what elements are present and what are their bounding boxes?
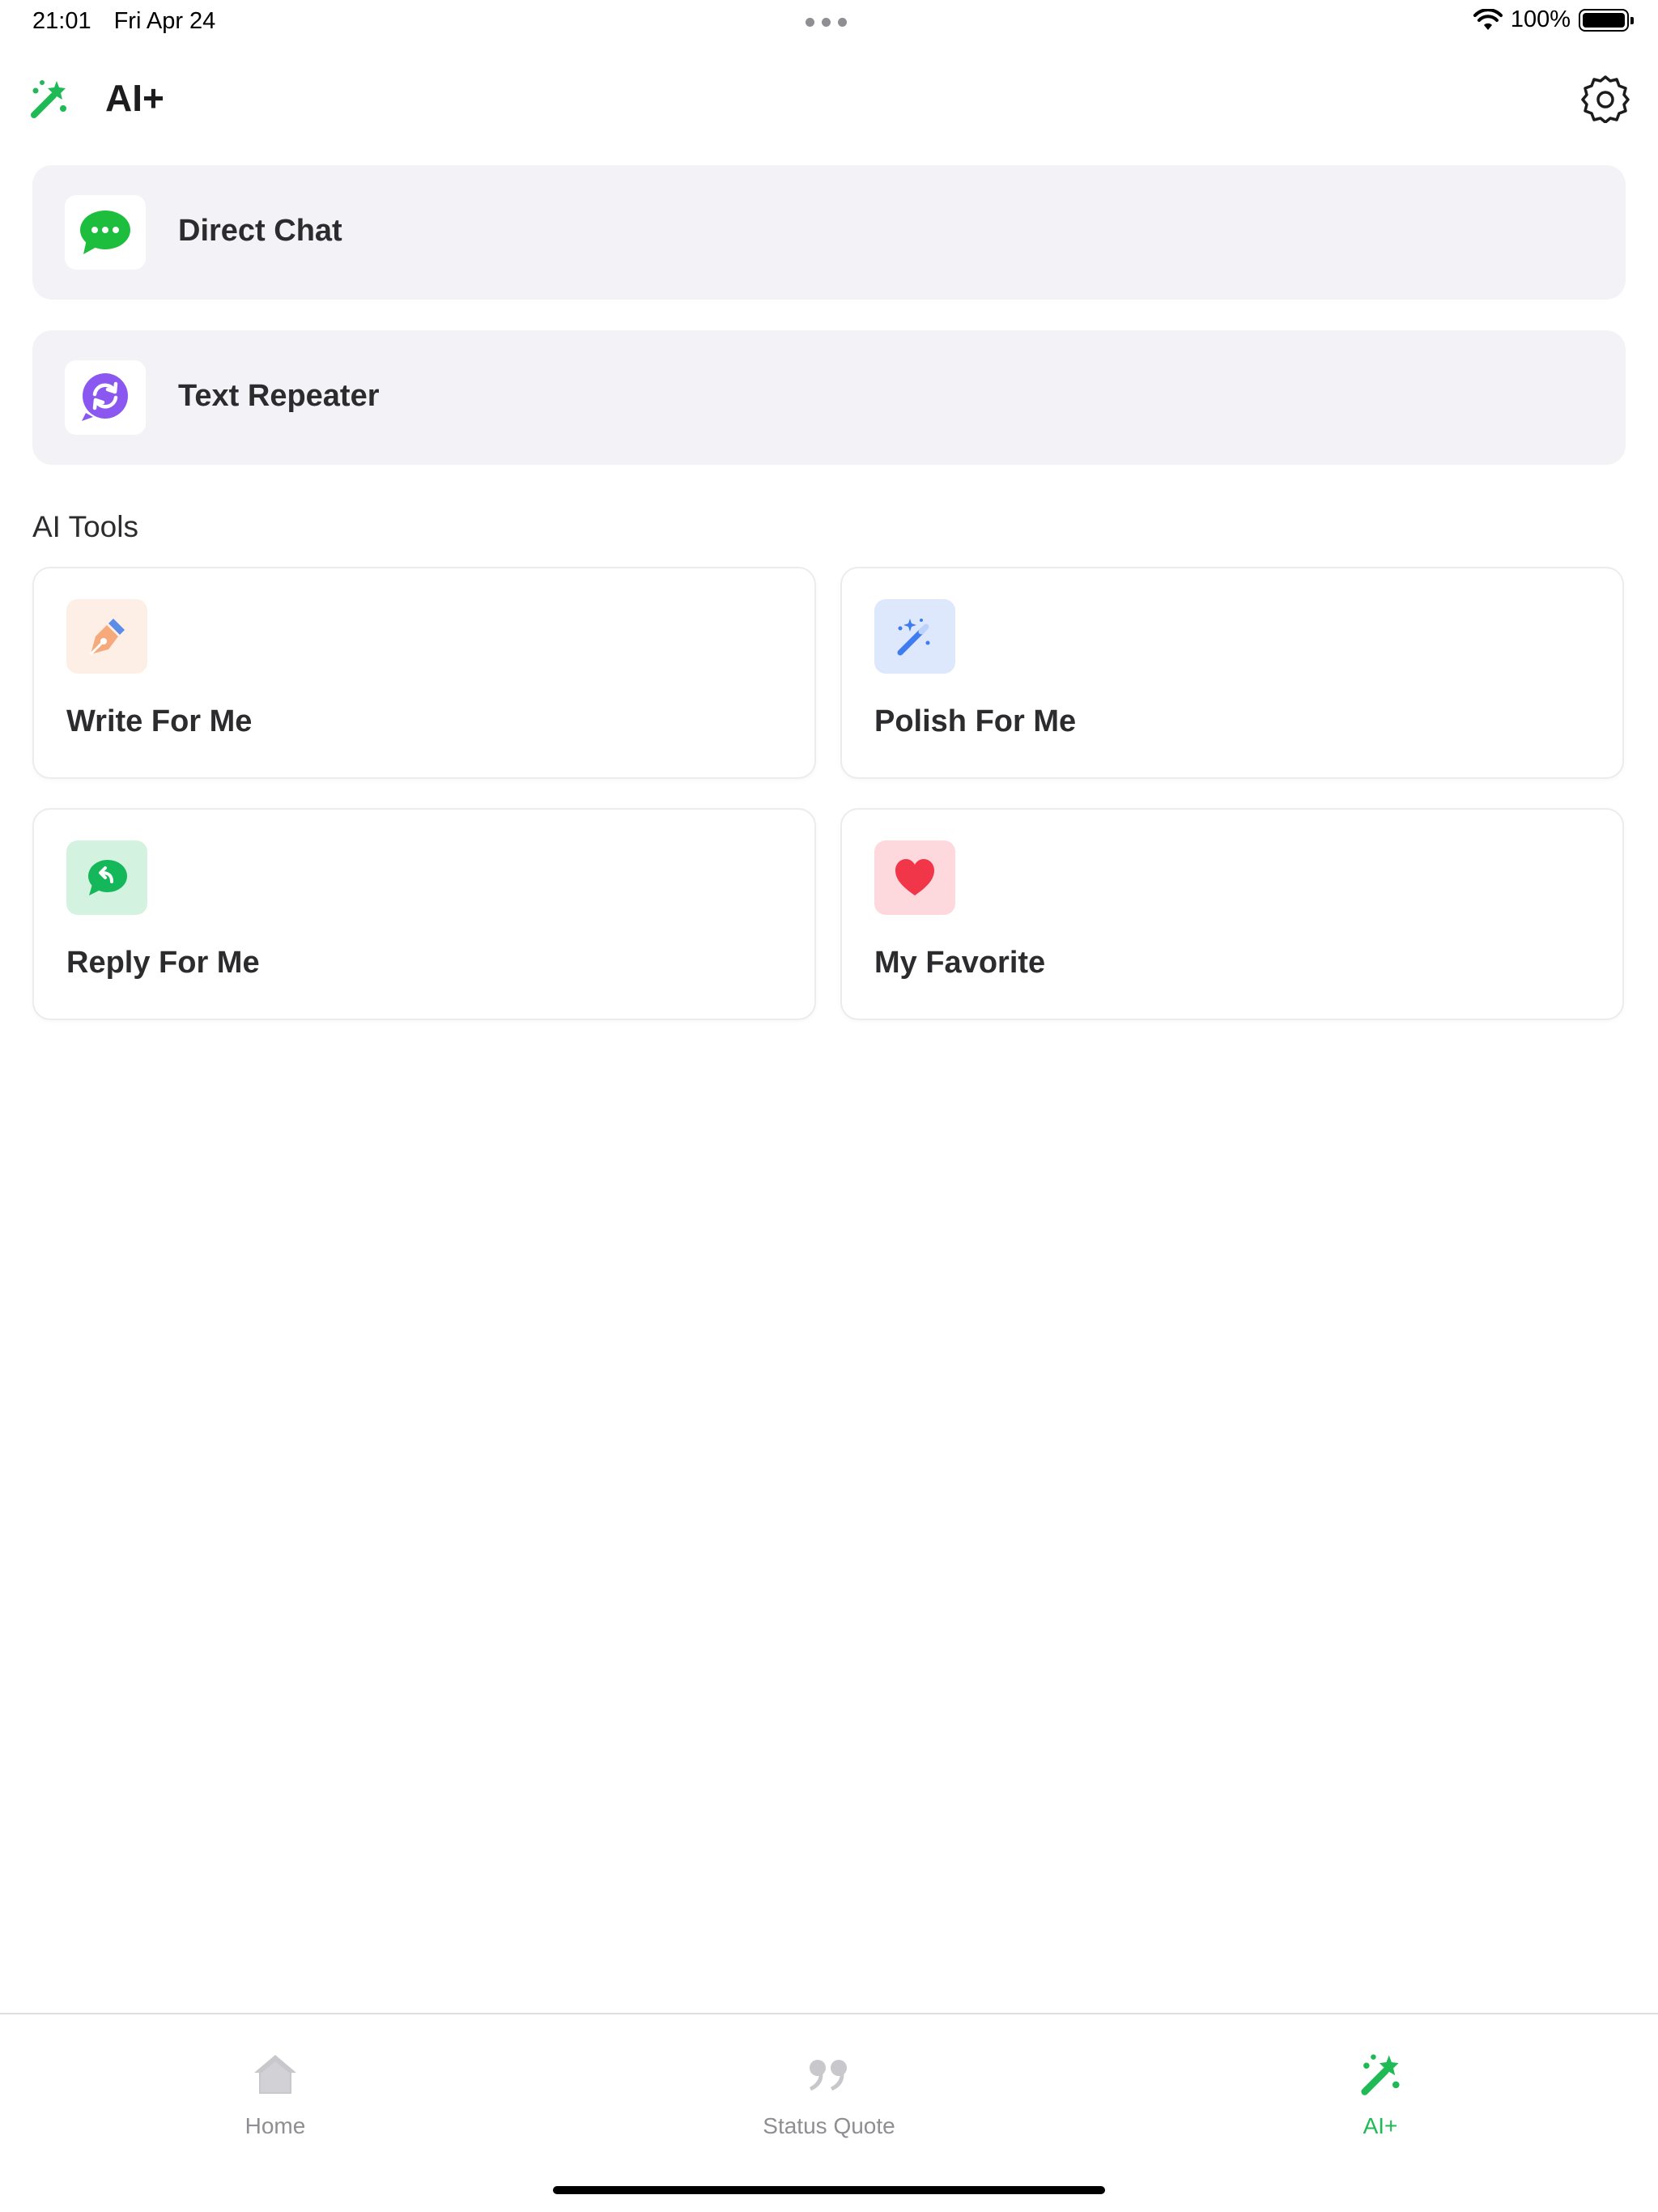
gear-icon[interactable] <box>1580 73 1630 123</box>
wifi-icon <box>1473 8 1503 30</box>
header: AI+ <box>0 65 1658 130</box>
battery-icon <box>1579 8 1634 32</box>
reply-icon <box>88 860 127 895</box>
write-for-me-label: Write For Me <box>66 704 253 738</box>
magic-wand-icon <box>1361 2054 1400 2095</box>
status-left: 21:01 Fri Apr 24 <box>32 8 215 35</box>
write-for-me-card[interactable]: Write For Me <box>32 567 816 779</box>
magic-wand-icon <box>897 619 930 656</box>
tab-ai-plus[interactable]: AI+ <box>1235 2014 1526 2152</box>
direct-chat-label: Direct Chat <box>178 214 342 248</box>
text-repeater-icon-box <box>65 360 146 435</box>
tab-home-label: Home <box>244 2113 306 2138</box>
chat-bubble-icon <box>80 211 130 254</box>
status-bar: 21:01 Fri Apr 24 100% <box>0 0 1658 45</box>
polish-icon-box <box>874 599 955 674</box>
repeat-icon <box>82 373 128 421</box>
text-repeater-label: Text Repeater <box>178 379 380 413</box>
status-time: 21:01 <box>32 8 91 34</box>
pen-icon <box>89 619 125 656</box>
tab-status-quote-label: Status Quote <box>763 2113 895 2138</box>
heart-icon <box>895 859 934 895</box>
polish-for-me-label: Polish For Me <box>874 704 1077 738</box>
quote-icon <box>810 2060 847 2091</box>
home-icon <box>254 2055 296 2094</box>
reply-for-me-card[interactable]: Reply For Me <box>32 808 816 1020</box>
status-date: Fri Apr 24 <box>113 8 216 34</box>
direct-chat-icon-box <box>65 195 146 270</box>
tab-ai-plus-label: AI+ <box>1363 2113 1398 2138</box>
reply-for-me-label: Reply For Me <box>66 946 260 980</box>
status-right: 100% <box>1473 6 1634 33</box>
polish-for-me-card[interactable]: Polish For Me <box>840 567 1624 779</box>
reply-icon-box <box>66 840 147 915</box>
ai-tools-heading: AI Tools <box>32 510 138 543</box>
text-repeater-row[interactable]: Text Repeater <box>32 330 1626 465</box>
tab-bar: Home Status Quote AI+ <box>0 2013 1658 2212</box>
multitasking-dots[interactable] <box>806 18 847 27</box>
magic-wand-icon <box>31 80 66 118</box>
my-favorite-card[interactable]: My Favorite <box>840 808 1624 1020</box>
my-favorite-label: My Favorite <box>874 946 1046 980</box>
write-icon-box <box>66 599 147 674</box>
tab-status-quote[interactable]: Status Quote <box>683 2014 975 2152</box>
direct-chat-row[interactable]: Direct Chat <box>32 165 1626 300</box>
page-title: AI+ <box>105 77 164 119</box>
favorite-icon-box <box>874 840 955 915</box>
ai-plus-screen: 21:01 Fri Apr 24 100% AI+ Direct Chat Te… <box>0 0 1658 2212</box>
battery-percent: 100% <box>1510 6 1571 32</box>
tab-home[interactable]: Home <box>130 2014 421 2152</box>
home-indicator[interactable] <box>553 2186 1105 2194</box>
